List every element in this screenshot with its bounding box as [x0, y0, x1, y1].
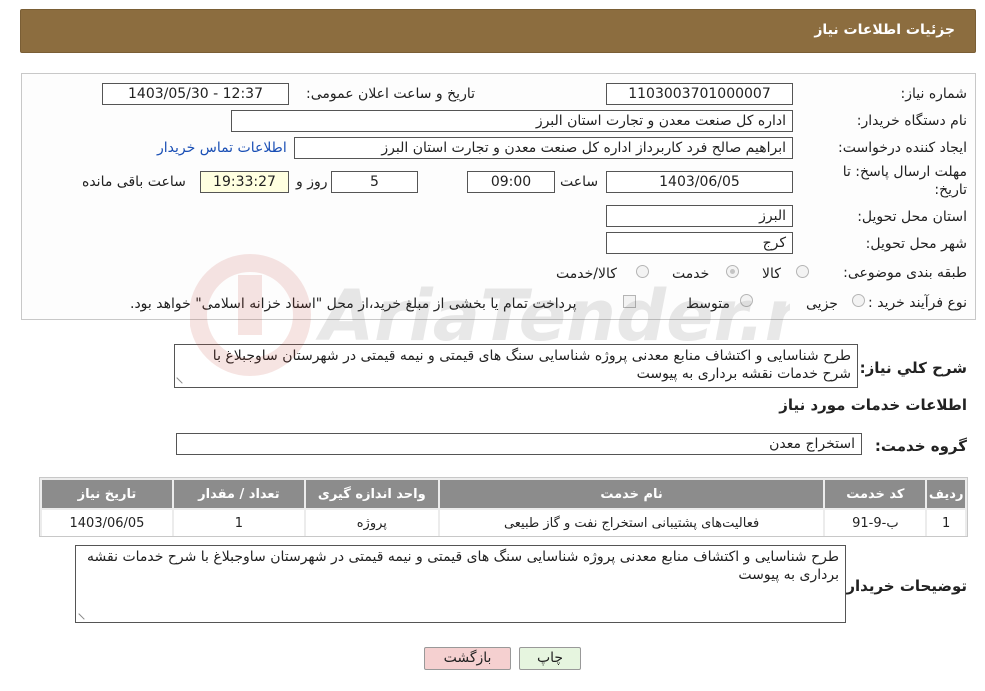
remaining-label: ساعت باقی مانده — [82, 174, 186, 190]
col-qty: تعداد / مقدار — [173, 480, 304, 508]
creator-field: ابراهیم صالح فرد کاربرداز اداره کل صنعت … — [294, 137, 793, 159]
table-row: 1 ب-9-91 فعالیت‌های پشتیبانی استخراج نفت… — [42, 510, 965, 536]
cell-date: 1403/06/05 — [42, 510, 172, 536]
days-field: 5 — [331, 171, 418, 193]
cell-name: فعالیت‌های پشتیبانی استخراج نفت و گاز طب… — [439, 510, 824, 536]
cell-qty: 1 — [173, 510, 304, 536]
table-header-row: رديف کد خدمت نام خدمت واحد اندازه گیری ت… — [42, 480, 965, 508]
services-table-frame: رديف کد خدمت نام خدمت واحد اندازه گیری ت… — [39, 477, 968, 537]
deadline-label-2: تاریخ: — [934, 182, 967, 198]
buyer-org-label: نام دستگاه خریدار: — [856, 113, 967, 129]
process-minor-label: جزیی — [806, 296, 838, 312]
need-number-field: 1103003701000007 — [606, 83, 793, 105]
category-goods-label: کالا — [762, 266, 781, 282]
category-service-label: خدمت — [672, 266, 710, 282]
city-label: شهر محل تحویل: — [865, 236, 967, 252]
services-section-title: اطلاعات خدمات مورد نياز — [779, 396, 967, 414]
treasury-payment-checkbox[interactable] — [623, 295, 636, 308]
cell-row: 1 — [927, 510, 965, 536]
deadline-time-field: 09:00 — [467, 171, 555, 193]
summary-label: شرح کلي نياز: — [859, 359, 967, 377]
buyer-org-field: اداره کل صنعت معدن و تجارت استان البرز — [231, 110, 793, 132]
need-number-label: شماره نیاز: — [900, 86, 968, 102]
process-label: نوع فرآیند خرید : — [868, 295, 967, 311]
deadline-label-1: مهلت ارسال پاسخ: تا — [842, 164, 967, 180]
remaining-time-field: 19:33:27 — [200, 171, 289, 193]
announce-field: 1403/05/30 - 12:37 — [102, 83, 289, 105]
col-row: رديف — [927, 480, 965, 508]
summary-textarea[interactable]: طرح شناسایی و اکتشاف منابع معدنی پروژه ش… — [174, 344, 858, 388]
announce-label: تاریخ و ساعت اعلان عمومی: — [306, 86, 475, 102]
deadline-time-label: ساعت — [560, 174, 599, 190]
col-code: کد خدمت — [825, 480, 926, 508]
process-medium-label: متوسط — [686, 296, 730, 312]
deadline-date-field: 1403/06/05 — [606, 171, 793, 193]
back-button[interactable]: بازگشت — [424, 647, 511, 670]
page-header: جزئیات اطلاعات نیاز — [20, 9, 976, 53]
print-button[interactable]: چاپ — [519, 647, 581, 670]
col-date: تاریخ نیاز — [42, 480, 172, 508]
category-both-radio[interactable] — [636, 265, 649, 278]
service-group-field: استخراج معدن — [176, 433, 862, 455]
col-unit: واحد اندازه گیری — [305, 480, 438, 508]
creator-label: ایجاد کننده درخواست: — [838, 140, 967, 156]
category-label: طبقه بندی موضوعی: — [843, 265, 967, 281]
buyer-notes-label: توضیحات خریدار: — [840, 577, 967, 595]
city-field: کرج — [606, 232, 793, 254]
province-field: البرز — [606, 205, 793, 227]
buyer-notes-textarea[interactable]: طرح شناسایی و اکتشاف منابع معدنی پروژه ش… — [75, 545, 846, 623]
service-group-label: گروه خدمت: — [874, 437, 967, 455]
category-service-radio[interactable] — [726, 265, 739, 278]
category-goods-radio[interactable] — [796, 265, 809, 278]
col-name: نام خدمت — [439, 480, 824, 508]
days-label: روز و — [296, 174, 328, 190]
cell-unit: پروژه — [305, 510, 438, 536]
process-minor-radio[interactable] — [852, 294, 865, 307]
payment-note: پرداخت تمام یا بخشی از مبلغ خرید،از محل … — [130, 296, 577, 312]
buyer-contact-link[interactable]: اطلاعات تماس خریدار — [157, 140, 287, 156]
province-label: استان محل تحویل: — [857, 209, 967, 225]
cell-code: ب-9-91 — [825, 510, 926, 536]
services-table: رديف کد خدمت نام خدمت واحد اندازه گیری ت… — [40, 478, 967, 538]
category-both-label: کالا/خدمت — [556, 266, 617, 282]
page-title: جزئیات اطلاعات نیاز — [814, 22, 955, 38]
process-medium-radio[interactable] — [740, 294, 753, 307]
